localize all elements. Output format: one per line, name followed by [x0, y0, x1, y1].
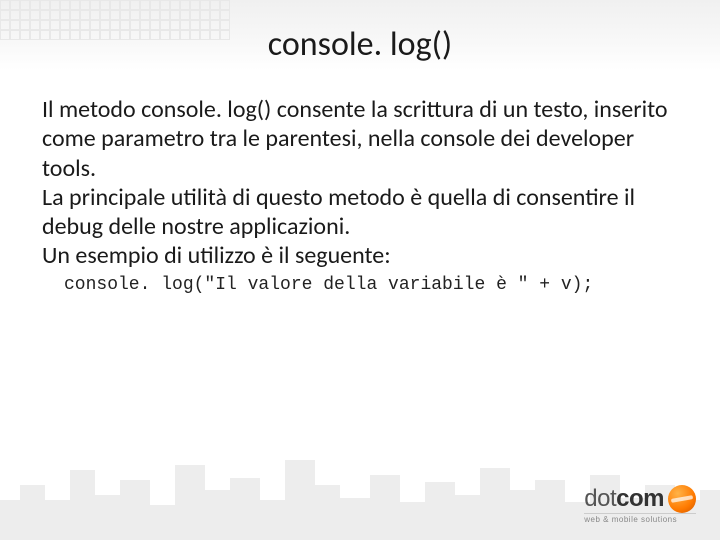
logo-text: dotcom	[584, 485, 664, 513]
paragraph-1: Il metodo console. log() consente la scr…	[42, 95, 678, 183]
slide-title: console. log()	[0, 0, 720, 65]
code-sample: console. log("Il valore della variabile …	[42, 271, 678, 297]
slide-body: Il metodo console. log() consente la scr…	[0, 65, 720, 297]
paragraph-3: Un esempio di utilizzo è il seguente:	[42, 241, 678, 270]
brand-logo: dotcom web & mobile solutions	[584, 485, 696, 524]
logo-tagline: web & mobile solutions	[584, 513, 696, 524]
paragraph-2: La principale utilità di questo metodo è…	[42, 183, 678, 242]
logo-orb-icon	[668, 485, 696, 513]
